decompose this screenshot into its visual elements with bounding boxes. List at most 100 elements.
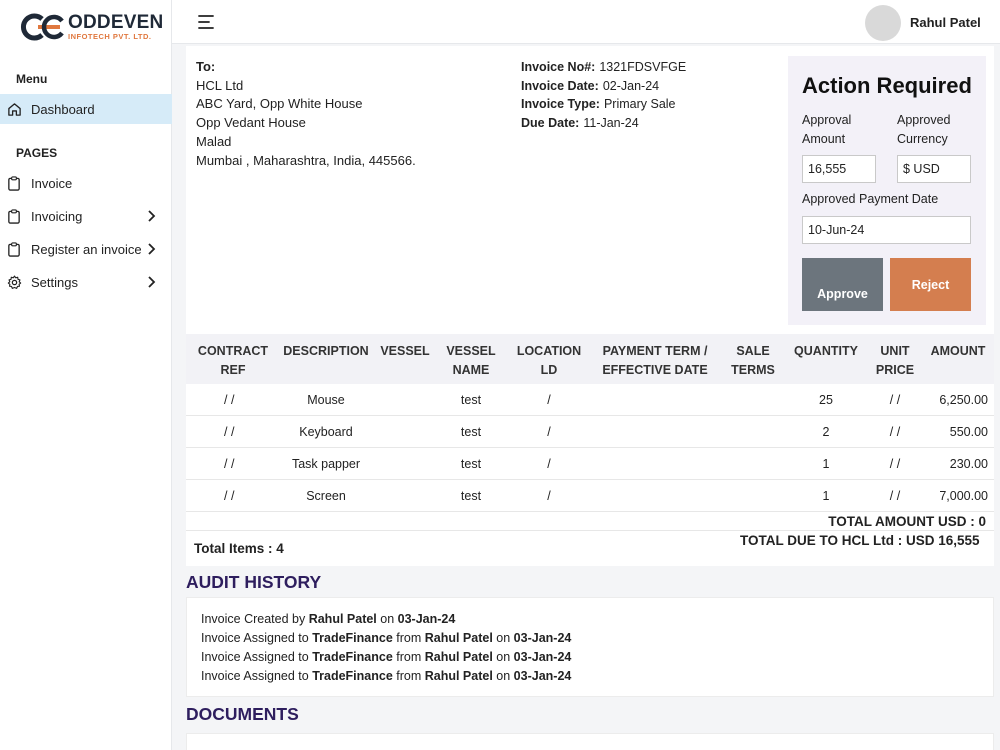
audit-entry: Invoice Created by Rahul Patel on 03-Jan…	[201, 612, 455, 626]
audit-entry: Invoice Assigned to TradeFinance from Ra…	[201, 669, 571, 683]
documents-list	[186, 733, 994, 750]
column-header-line: VESSEL	[446, 344, 496, 358]
sidebar-item-invoice[interactable]: Invoice	[0, 168, 172, 198]
column-header: VESSEL	[378, 342, 432, 361]
cell-amount: 6,250.00	[939, 393, 988, 407]
audit-date: 03-Jan-24	[513, 650, 572, 664]
cell-location: /	[547, 393, 551, 407]
column-header-line: PRICE	[875, 362, 915, 377]
column-header: VESSEL NAME	[440, 342, 502, 379]
cell-description: Keyboard	[299, 425, 353, 439]
menu-icon[interactable]	[197, 12, 217, 32]
approval-amount-input[interactable]	[802, 155, 876, 183]
sidebar-item-label: Settings	[31, 274, 78, 290]
invoice-type-label: Invoice Type:	[521, 97, 600, 112]
column-header: PAYMENT TERM / EFFECTIVE DATE	[594, 342, 716, 379]
clipboard-icon	[6, 208, 22, 224]
cell-vessel-name: test	[460, 489, 482, 503]
sidebar-item-label: Dashboard	[31, 101, 95, 117]
sidebar: ODDEVEN INFOTECH PVT. LTD. Menu Dashboar…	[0, 0, 172, 750]
gear-icon	[6, 274, 22, 290]
line-items-table: CONTRACT REF DESCRIPTION VESSEL VESSEL NAM…	[186, 334, 994, 512]
approved-payment-date-input[interactable]	[802, 216, 971, 244]
sidebar-item-register-invoice[interactable]: Register an invoice	[0, 234, 172, 264]
audit-history-title: AUDIT HISTORY	[186, 572, 322, 592]
to-line: ABC Yard, Opp White House	[196, 96, 363, 112]
table-header: CONTRACT REF DESCRIPTION VESSEL VESSEL NAM…	[186, 334, 994, 384]
clipboard-icon	[6, 241, 22, 257]
due-date-value: 11-Jan-24	[583, 116, 639, 131]
audit-history-list: Invoice Created by Rahul Patel on 03-Jan…	[186, 597, 994, 697]
sidebar-item-dashboard[interactable]: Dashboard	[0, 94, 172, 124]
cell-location: /	[547, 457, 551, 471]
audit-text: on	[492, 669, 514, 683]
invoice-date-value: 02-Jan-24	[602, 78, 660, 93]
audit-actor: Rahul Patel	[424, 669, 493, 683]
sidebar-item-label: Register an invoice	[31, 241, 142, 257]
total-due: TOTAL DUE TO HCL Ltd : USD 16,555	[740, 533, 980, 548]
user-name[interactable]: Rahul Patel	[910, 15, 981, 30]
invoice-date-label: Invoice Date:	[521, 78, 599, 93]
cell-quantity: 25	[819, 393, 833, 407]
cell-quantity: 1	[822, 457, 830, 471]
approve-button[interactable]: Approve	[802, 258, 883, 311]
chevron-right-icon	[148, 243, 156, 255]
approved-payment-date-label: Approved Payment Date	[802, 192, 939, 206]
cell-unit-price: / /	[889, 425, 901, 439]
table-row: / / Task papper test / 1 / / 230.00	[186, 448, 994, 480]
audit-text: Invoice Assigned to	[201, 650, 313, 664]
audit-text: from	[392, 631, 425, 645]
audit-actor: TradeFinance	[312, 669, 393, 683]
to-line: Opp Vedant House	[196, 115, 306, 131]
audit-actor: Rahul Patel	[308, 612, 377, 626]
column-header-line: PAYMENT TERM /	[602, 344, 708, 358]
approved-currency-label-line: Currency	[897, 132, 948, 146]
audit-actor: TradeFinance	[312, 631, 393, 645]
brand-subtitle: INFOTECH PVT. LTD.	[68, 32, 152, 42]
column-header: DESCRIPTION	[282, 342, 370, 361]
approval-amount-label-line: Approval	[802, 113, 852, 127]
logo-mark-icon	[16, 12, 66, 42]
column-header: LOCATION LD	[512, 342, 586, 379]
audit-actor: Rahul Patel	[424, 631, 493, 645]
clipboard-icon	[6, 175, 22, 191]
audit-date: 03-Jan-24	[397, 612, 456, 626]
column-header-line: LOCATION	[516, 344, 582, 358]
audit-text: from	[392, 650, 425, 664]
approved-currency-input[interactable]	[897, 155, 971, 183]
sidebar-item-label: Invoice	[31, 175, 73, 191]
audit-date: 03-Jan-24	[513, 669, 572, 683]
sidebar-item-label: Invoicing	[31, 208, 83, 224]
audit-text: on	[492, 650, 514, 664]
cell-description: Task papper	[291, 457, 361, 471]
chevron-right-icon	[148, 210, 156, 222]
column-header-line: TERMS	[731, 362, 775, 377]
cell-ref: / /	[224, 393, 235, 407]
sidebar-item-invoicing[interactable]: Invoicing	[0, 201, 172, 231]
cell-vessel-name: test	[460, 425, 482, 439]
approved-currency-label: Approved Currency	[897, 111, 951, 149]
audit-text: on	[376, 612, 398, 626]
table-row: / / Screen test / 1 / / 7,000.00	[186, 480, 994, 512]
avatar-icon[interactable]	[865, 5, 901, 41]
brand-logo[interactable]: ODDEVEN INFOTECH PVT. LTD.	[16, 12, 163, 42]
cell-unit-price: / /	[889, 489, 901, 503]
home-icon	[6, 101, 22, 117]
cell-ref: / /	[224, 457, 235, 471]
invoice-no-value: 1321FDSVFGE	[599, 60, 687, 74]
cell-unit-price: / /	[889, 457, 901, 471]
chevron-right-icon	[148, 276, 156, 288]
to-line: Mumbai , Maharashtra, India, 445566.	[196, 152, 416, 168]
audit-entry: Invoice Assigned to TradeFinance from Ra…	[201, 631, 571, 645]
reject-button[interactable]: Reject	[890, 258, 971, 311]
approved-currency-label-line: Approved	[897, 113, 951, 127]
sidebar-item-settings[interactable]: Settings	[0, 267, 172, 297]
bill-to-block: To: HCL Ltd ABC Yard, Opp White House Op…	[196, 58, 416, 170]
audit-actor: TradeFinance	[312, 650, 393, 664]
to-line: HCL Ltd	[196, 77, 244, 93]
column-header-line: VESSEL	[380, 344, 430, 358]
cell-vessel-name: test	[460, 457, 482, 471]
audit-text: Invoice Created by	[201, 612, 309, 626]
cell-ref: / /	[224, 489, 235, 503]
divider	[186, 530, 994, 531]
